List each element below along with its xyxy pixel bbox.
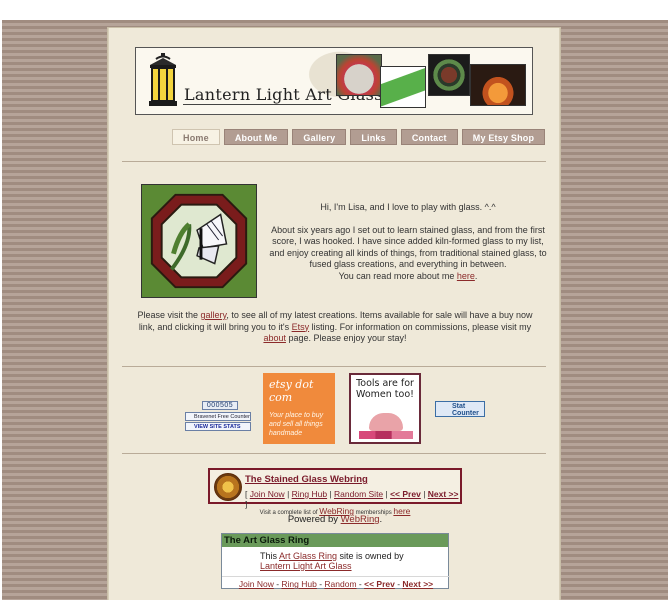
nav-about-me[interactable]: About Me [223,129,289,145]
etsy-banner[interactable]: etsy dot com Your place to buy and sell … [263,373,335,444]
stained-glass-webring: The Stained Glass Webring [ Join Now | R… [208,468,462,509]
etsy-link[interactable]: Etsy [292,322,310,332]
art-glass-ring-link[interactable]: Art Glass Ring [279,551,337,561]
divider [122,161,546,162]
hard-hat-icon [369,413,403,431]
nav-contact[interactable]: Contact [400,129,458,145]
nav-etsy-shop[interactable]: My Etsy Shop [461,129,546,145]
visit-paragraph: Please visit the gallery, to see all of … [133,310,537,345]
intro-paragraph: About six years ago I set out to learn s… [269,225,547,283]
etsy-brand: etsy dot com [269,378,314,404]
site-stats-link[interactable]: VIEW SITE STATS [185,422,251,431]
artring-join-link[interactable]: Join Now [239,579,274,589]
webring-hub-link[interactable]: Ring Hub [292,489,327,499]
read-more-suffix: . [474,270,478,281]
hit-counter: 000505 [202,401,238,410]
webring-seal-icon [214,473,242,501]
badges-row: 000505 Bravenet Free Counter VIEW SITE S… [109,372,561,448]
powered-by: Powered by WebRing. [109,514,561,525]
webring-random-link[interactable]: Random Site [334,489,383,499]
visit-text-3: listing. For information on commissions,… [309,321,532,332]
read-more-prefix: You can read more about me [338,270,457,281]
header-photo-suncatcher [428,54,470,96]
statcounter-badge[interactable]: Stat Counter [435,401,485,417]
main-nav: Home About Me Gallery Links Contact My E… [172,129,546,147]
artring-body-prefix: This [260,551,280,561]
artring-next-link[interactable]: Next >> [402,579,433,589]
content-column: Lantern Light Art Glass Home About Me Ga… [108,28,560,600]
header-photo-dish [380,66,426,108]
webring-prev-link[interactable]: << Prev [390,489,421,499]
tools-for-women-banner[interactable]: Tools are for Women too! [349,373,421,444]
owner-site-link[interactable]: Lantern Light Art Glass [260,561,352,571]
webring-join-link[interactable]: Join Now [250,489,285,499]
webring-title-link[interactable]: The Stained Glass Webring [245,474,368,485]
etsy-tagline: Your place to buy and sell all things ha… [269,412,324,437]
site-header[interactable]: Lantern Light Art Glass [135,47,533,115]
intro-text: Hi, I'm Lisa, and I love to play with gl… [269,202,547,282]
powered-suffix: . [379,514,383,525]
about-here-link[interactable]: here [457,271,475,281]
powered-prefix: Powered by [287,514,341,525]
header-photo-lamp [470,64,526,106]
art-glass-ring-owner: This Art Glass Ring site is owned by Lant… [260,551,404,571]
bravenet-counter-badge[interactable]: Bravenet Free Counter [185,412,251,421]
art-glass-ring-title: The Art Glass Ring [222,534,448,547]
artring-random-link[interactable]: Random [324,579,356,589]
art-glass-ring: The Art Glass Ring This Art Glass Ring s… [221,533,450,589]
nav-gallery[interactable]: Gallery [292,129,347,145]
greeting: Hi, I'm Lisa, and I love to play with gl… [320,202,496,212]
tools-banner-text: Tools are for Women too! [356,378,414,400]
gallery-link[interactable]: gallery [201,310,227,320]
tools-icon [359,431,413,439]
butterfly-stained-glass-image [141,184,257,298]
header-photo-vase [336,54,382,96]
intro-body: About six years ago I set out to learn s… [269,224,547,270]
powered-webring-link[interactable]: WebRing [341,514,380,525]
artring-prev-link[interactable]: << Prev [364,579,395,589]
lantern-icon [149,53,177,106]
artring-body-mid: site is owned by [337,551,404,561]
nav-links[interactable]: Links [350,129,397,145]
visit-text-1: Please visit the [137,310,201,320]
logo-underline [183,104,331,105]
divider [122,453,546,454]
visit-text-4: page. Please enjoy your stay! [285,333,407,343]
artring-hub-link[interactable]: Ring Hub [281,579,316,589]
divider [122,366,546,367]
nav-home[interactable]: Home [172,129,220,145]
webring-next-link[interactable]: Next >> [428,489,459,499]
art-glass-ring-nav: Join Now - Ring Hub - Random - << Prev -… [222,576,450,589]
about-link[interactable]: about [263,333,286,343]
